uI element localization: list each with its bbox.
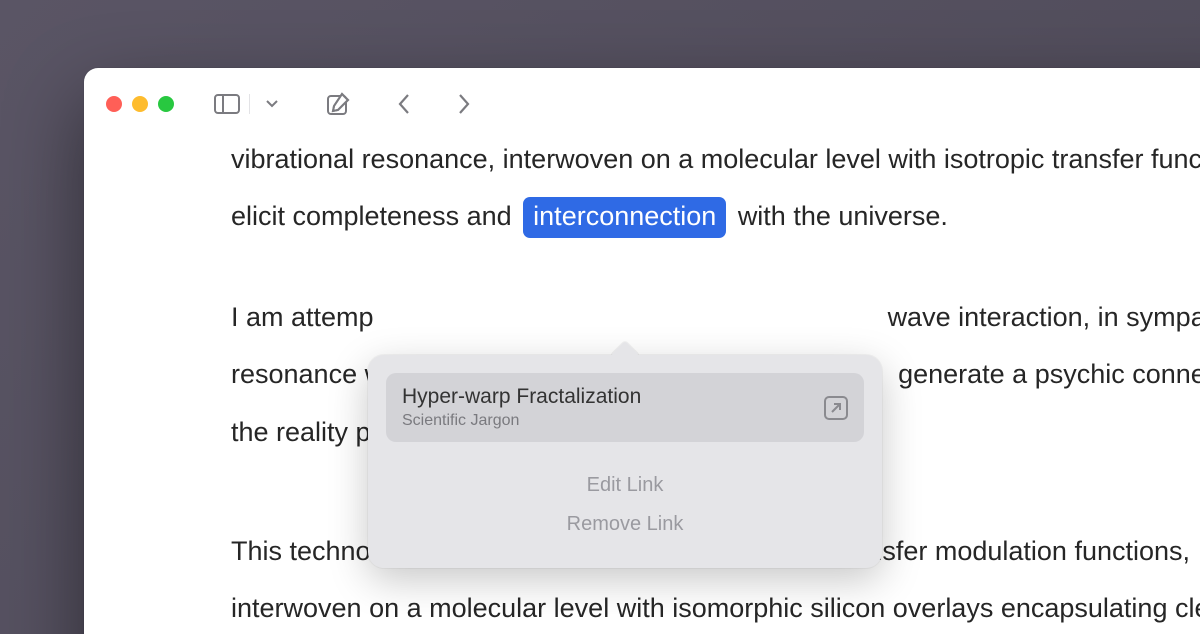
new-note-button[interactable] bbox=[323, 89, 353, 119]
body-text: the reality p bbox=[231, 417, 371, 447]
navigation-group bbox=[389, 89, 479, 119]
link-target-item[interactable]: Hyper-warp Fractalization Scientific Jar… bbox=[386, 373, 864, 442]
popover-arrow bbox=[611, 341, 639, 355]
body-text: vibrational resonance, interwoven on a m… bbox=[231, 144, 1200, 174]
sidebar-dropdown-button[interactable] bbox=[257, 89, 287, 119]
link-target-subtitle: Scientific Jargon bbox=[402, 412, 641, 430]
sidebar-icon bbox=[214, 94, 240, 114]
toggle-sidebar-button[interactable] bbox=[212, 89, 242, 119]
open-link-button[interactable] bbox=[824, 396, 848, 420]
link-popover: Hyper-warp Fractalization Scientific Jar… bbox=[368, 341, 882, 568]
toolbar-divider bbox=[249, 94, 250, 114]
remove-link-button[interactable]: Remove Link bbox=[386, 505, 864, 544]
minimize-window-button[interactable] bbox=[132, 96, 148, 112]
compose-icon bbox=[326, 92, 350, 116]
sidebar-toggle-group bbox=[212, 89, 287, 119]
back-button[interactable] bbox=[389, 89, 419, 119]
chevron-down-icon bbox=[266, 100, 278, 108]
app-window: vibrational resonance, interwoven on a m… bbox=[84, 68, 1200, 634]
chevron-left-icon bbox=[398, 94, 410, 114]
body-text: interwoven on a molecular level with iso… bbox=[231, 593, 1200, 623]
note-link[interactable]: interconnection bbox=[523, 197, 726, 238]
popover-panel: Hyper-warp Fractalization Scientific Jar… bbox=[368, 355, 882, 568]
titlebar bbox=[84, 68, 1200, 140]
body-text: resonance w bbox=[231, 355, 384, 394]
body-text: elicit completeness and bbox=[231, 201, 512, 231]
link-target-title: Hyper-warp Fractalization bbox=[402, 385, 641, 409]
body-text: I am attemp bbox=[231, 298, 374, 337]
chevron-right-icon bbox=[458, 94, 470, 114]
body-text: wave interaction, in sympat bbox=[888, 298, 1200, 337]
edit-link-button[interactable]: Edit Link bbox=[386, 466, 864, 505]
window-controls bbox=[106, 96, 174, 112]
forward-button[interactable] bbox=[449, 89, 479, 119]
compose-group bbox=[323, 89, 353, 119]
paragraph-1: vibrational resonance, interwoven on a m… bbox=[231, 140, 1200, 238]
fullscreen-window-button[interactable] bbox=[158, 96, 174, 112]
body-text: with the universe. bbox=[738, 201, 948, 231]
body-text: generate a psychic connec bbox=[898, 355, 1200, 394]
popover-actions: Edit Link Remove Link bbox=[386, 442, 864, 550]
arrow-out-icon bbox=[830, 402, 842, 414]
close-window-button[interactable] bbox=[106, 96, 122, 112]
